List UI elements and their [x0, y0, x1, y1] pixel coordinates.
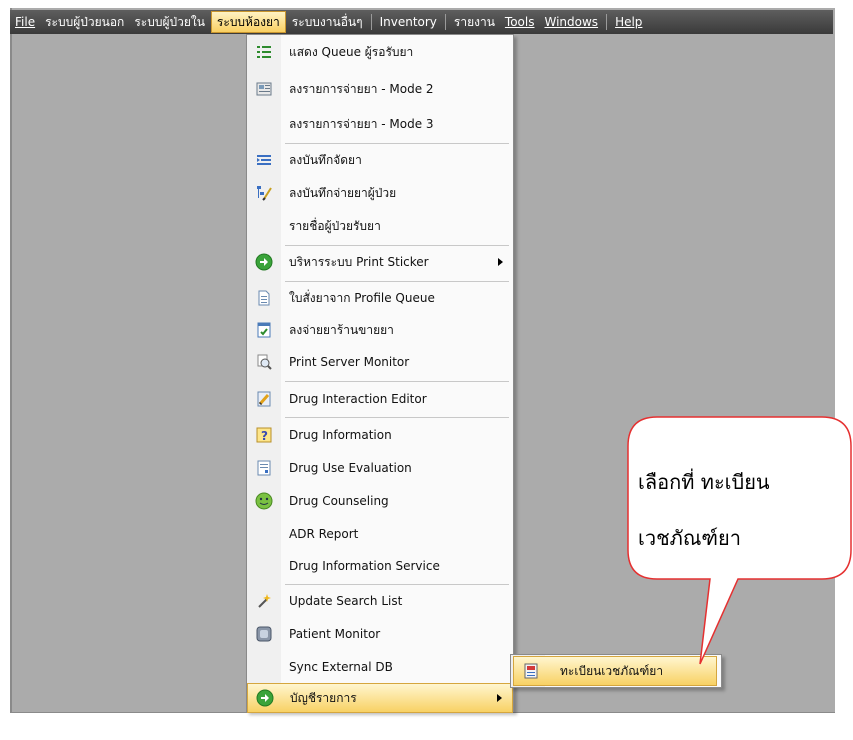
callout-bubble — [627, 416, 852, 665]
callout-text-line2: เวชภัณฑ์ยา — [638, 526, 741, 550]
callout-text-line1: เลือกที่ ทะเบียน — [638, 470, 770, 494]
